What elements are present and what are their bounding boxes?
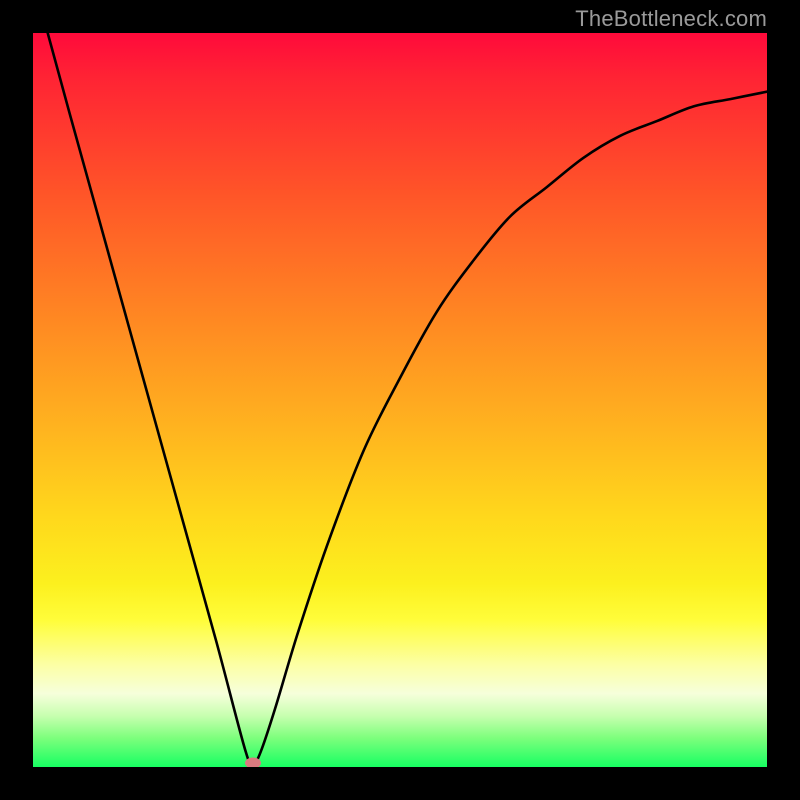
curve-path — [48, 33, 767, 765]
plot-area — [33, 33, 767, 767]
curve-svg — [33, 33, 767, 767]
minimum-marker — [245, 758, 261, 767]
watermark-label: TheBottleneck.com — [575, 6, 767, 32]
chart-frame: TheBottleneck.com — [0, 0, 800, 800]
